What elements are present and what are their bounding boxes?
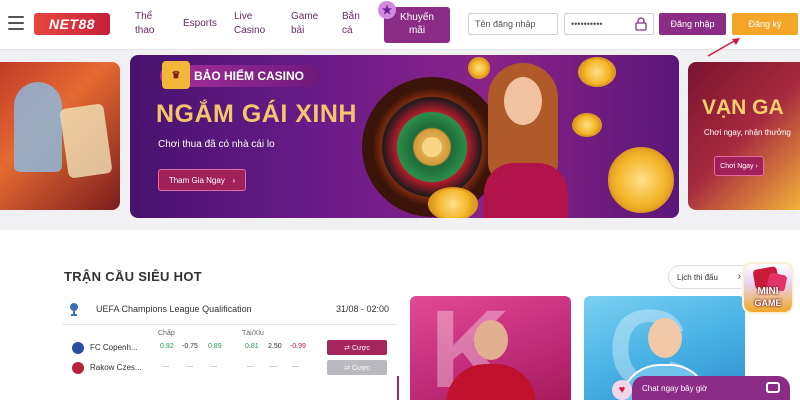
team-name: FC Copenh... xyxy=(90,343,138,352)
banner-subtitle: Chơi thua đã có nhà cái lo xyxy=(158,139,275,150)
nav-live-casino[interactable]: Live Casino xyxy=(234,10,265,38)
table-row: FC Copenh... 0.92 -0.75 0.89 0.81 2.50 -… xyxy=(62,340,397,356)
nav-card-games[interactable]: Game bài xyxy=(291,10,318,38)
gold-coin-icon xyxy=(608,147,674,213)
gift-icon: ★ xyxy=(378,1,396,19)
bet-button: ⇄ Cược xyxy=(327,360,387,375)
join-now-button[interactable]: Tham Gia Ngay › xyxy=(158,169,246,191)
odd-value[interactable]: -0.75 xyxy=(182,343,198,350)
nav-esports-line1: Esports xyxy=(183,18,217,29)
player-head-image xyxy=(648,318,682,358)
chat-now-button[interactable]: Chat ngay bây giờ xyxy=(632,376,790,400)
odd-value: — xyxy=(270,363,277,370)
chat-label: Chat ngay bây giờ xyxy=(642,383,708,393)
match-card: UEFA Champions League Qualification 31/0… xyxy=(62,296,397,400)
bet-button[interactable]: ⇄ Cược xyxy=(327,340,387,355)
nav-sports-line1: Thể xyxy=(135,11,153,22)
dealer-image xyxy=(470,63,580,218)
username-input[interactable] xyxy=(468,13,558,35)
logo-text: NET88 xyxy=(48,16,96,32)
team-badge-icon xyxy=(72,342,84,354)
schedule-button[interactable]: Lịch thi đấu › xyxy=(668,265,752,289)
hamburger-menu-icon[interactable] xyxy=(8,16,24,30)
banner-right-subtitle: Chơi ngay, nhận thưởng xyxy=(704,128,791,137)
gold-coin-icon xyxy=(468,57,490,79)
table-row: Rakow Czes... — — — — — — ⇄ Cược xyxy=(62,360,397,376)
gold-coin-icon xyxy=(572,113,602,137)
odd-value: — xyxy=(162,363,169,370)
nav-fishing-line2: cá xyxy=(342,25,353,36)
banner-promo-right[interactable]: VẠN GA Chơi ngay, nhận thưởng Chơi Ngay … xyxy=(688,62,800,210)
odd-value[interactable]: 0.81 xyxy=(245,343,259,350)
top-header: NET88 Thể thao Esports Live Casino Game … xyxy=(0,0,800,50)
odd-value[interactable]: -0.99 xyxy=(290,343,306,350)
banner-headline: NGẮM GÁI XINH xyxy=(156,100,357,128)
team-badge-icon xyxy=(72,362,84,374)
handicap-header: Chấp xyxy=(158,330,175,337)
chevron-right-icon: › xyxy=(232,175,236,185)
odd-value: — xyxy=(247,363,254,370)
chevron-right-icon: › xyxy=(737,271,741,282)
register-button[interactable]: Đăng ký xyxy=(732,13,798,35)
promotions-line2: mãi xyxy=(408,25,426,36)
casino-insurance-label: BẢO HIỂM CASINO xyxy=(194,69,305,83)
match-time: 31/08 - 02:00 xyxy=(335,304,389,314)
banner-sports-left[interactable] xyxy=(0,62,120,210)
nav-live-casino-line2: Casino xyxy=(234,25,266,36)
mini-game-button[interactable]: MINI GAME xyxy=(742,262,794,314)
divider xyxy=(62,324,397,325)
odd-value: — xyxy=(210,363,217,370)
scroll-indicator xyxy=(397,376,399,400)
lock-icon[interactable] xyxy=(635,17,647,31)
league-name: UEFA Champions League Qualification xyxy=(96,304,252,314)
schedule-label: Lịch thi đấu xyxy=(677,272,718,282)
login-button[interactable]: Đăng nhập xyxy=(659,13,726,35)
red-arrow-annotation-icon xyxy=(707,38,740,57)
hot-matches-title: TRẬN CẦU SIÊU HOT xyxy=(64,269,202,284)
nav-card-games-line2: bài xyxy=(291,25,305,36)
gold-coin-icon xyxy=(428,187,478,218)
casino-insurance-tag: ♛ BẢO HIỂM CASINO xyxy=(160,61,320,89)
nav-sports-line2: thao xyxy=(135,25,155,36)
site-logo[interactable]: NET88 xyxy=(34,13,110,35)
league-trophy-icon xyxy=(70,303,78,316)
banner-right-headline: VẠN GA xyxy=(702,96,784,119)
nav-sports[interactable]: Thể thao xyxy=(135,10,154,38)
gold-coin-icon xyxy=(578,57,616,87)
nav-esports[interactable]: Esports xyxy=(183,17,217,31)
heart-icon[interactable]: ♥ xyxy=(612,380,632,400)
promotions-button[interactable]: ★ Khuyến mãi xyxy=(378,1,450,43)
join-now-label: Tham Gia Ngay xyxy=(168,175,225,185)
odd-value[interactable]: 0.89 xyxy=(208,343,222,350)
odd-value[interactable]: 0.92 xyxy=(160,343,174,350)
nav-live-casino-line1: Live xyxy=(234,11,253,22)
player-head-image xyxy=(474,320,508,360)
play-now-button[interactable]: Chơi Ngay › xyxy=(714,156,764,176)
nav-fishing-line1: Bắn xyxy=(342,11,360,22)
mini-game-line2: GAME xyxy=(754,298,782,308)
nav-fishing[interactable]: Bắn cá xyxy=(342,10,360,38)
casino-chip-icon: ♛ xyxy=(162,61,190,89)
mini-game-line1: MINI xyxy=(757,286,779,297)
player-card[interactable]: K xyxy=(410,296,571,400)
nav-card-games-line1: Game xyxy=(291,11,319,22)
chat-icon xyxy=(766,382,780,393)
trophy-card-image xyxy=(59,103,113,179)
football-player-image xyxy=(14,82,62,172)
odd-value: — xyxy=(292,363,299,370)
overunder-header: Tài/Xỉu xyxy=(242,330,264,337)
odd-value[interactable]: 2.50 xyxy=(268,343,282,350)
odd-value: — xyxy=(186,363,193,370)
banner-casino-main[interactable]: ♛ BẢO HIỂM CASINO NGẮM GÁI XINH Chơi thu… xyxy=(130,55,679,218)
team-name: Rakow Czes... xyxy=(90,363,142,372)
